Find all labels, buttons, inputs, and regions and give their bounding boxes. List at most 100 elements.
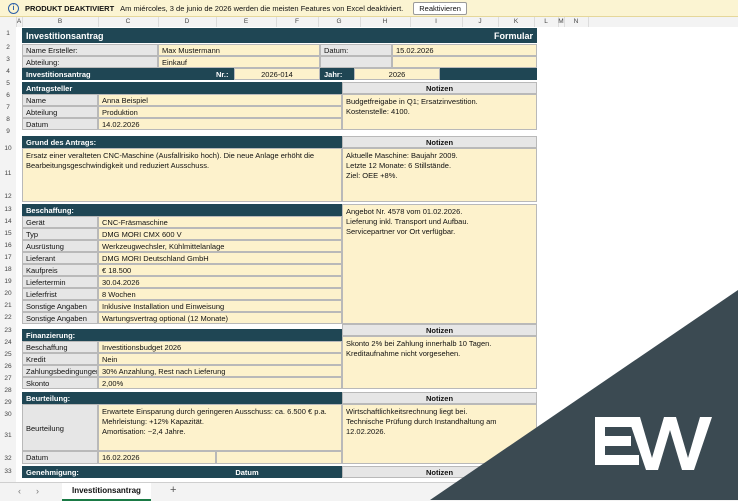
department-value[interactable]: Einkauf [158, 56, 320, 68]
notes-header[interactable]: Notizen [342, 136, 537, 148]
financing-header[interactable]: Finanzierung: [22, 329, 342, 341]
row-header[interactable]: 16 [0, 242, 16, 249]
department-label[interactable]: Abteilung: [22, 56, 158, 68]
column-header[interactable]: L [534, 17, 559, 27]
column-header[interactable]: E [216, 17, 277, 27]
date-value[interactable]: 15.02.2026 [392, 44, 537, 56]
row-header[interactable]: 23 [0, 327, 16, 334]
applicant-notes[interactable]: Budgetfreigabe in Q1; Ersatzinvestition.… [342, 94, 537, 130]
approval-date-header[interactable]: Datum [152, 466, 342, 478]
reason-header[interactable]: Grund des Antrags: [22, 136, 342, 148]
financing-value[interactable]: Nein [98, 353, 342, 365]
financing-value[interactable]: Investitionsbudget 2026 [98, 341, 342, 353]
date-label[interactable]: Datum: [320, 44, 392, 56]
add-sheet-icon[interactable]: + [170, 484, 176, 496]
reason-notes[interactable]: Aktuelle Maschine: Baujahr 2009. Letzte … [342, 148, 537, 202]
assessment-date-label[interactable]: Datum [22, 451, 98, 464]
procurement-label[interactable]: Typ [22, 228, 98, 240]
procurement-label[interactable]: Lieferfrist [22, 288, 98, 300]
worksheet-grid[interactable]: Investitionsantrag Formular Name Erstelle… [16, 27, 738, 482]
procurement-notes[interactable]: Angebot Nr. 4578 vom 01.02.2026. Lieferu… [342, 204, 537, 324]
procurement-value[interactable]: 30.04.2026 [98, 276, 342, 288]
assessment-label[interactable]: Beurteilung [22, 404, 98, 451]
procurement-value[interactable]: Werkzeugwechsler, Kühlmittelanlage [98, 240, 342, 252]
row-header[interactable]: 5 [0, 80, 16, 87]
applicant-date-label[interactable]: Datum [22, 118, 98, 130]
procurement-value[interactable]: DMG MORI CMX 600 V [98, 228, 342, 240]
notes-header[interactable]: Notizen [342, 324, 537, 336]
procurement-header[interactable]: Beschaffung: [22, 204, 342, 216]
number-label[interactable]: Nr.: [212, 68, 234, 80]
financing-label[interactable]: Zahlungsbedingungen [22, 365, 98, 377]
assessment-text[interactable]: Erwartete Einsparung durch geringeren Au… [98, 404, 342, 451]
row-header[interactable]: 17 [0, 254, 16, 261]
applicant-name-label[interactable]: Name [22, 94, 98, 106]
procurement-value[interactable]: Wartungsvertrag optional (12 Monate) [98, 312, 342, 324]
procurement-value[interactable]: € 18.500 [98, 264, 342, 276]
row-header[interactable]: 6 [0, 92, 16, 99]
row-header[interactable]: 28 [0, 387, 16, 394]
procurement-label[interactable]: Ausrüstung [22, 240, 98, 252]
select-all-corner[interactable] [0, 17, 17, 27]
column-header[interactable]: B [22, 17, 99, 27]
row-header[interactable]: 15 [0, 230, 16, 237]
procurement-value[interactable]: Inklusive Installation und Einweisung [98, 300, 342, 312]
column-header[interactable]: J [462, 17, 499, 27]
notes-header[interactable]: Notizen [342, 466, 537, 478]
assessment-date-value[interactable]: 16.02.2026 [98, 451, 216, 464]
empty-cell[interactable] [392, 56, 537, 68]
empty-cell[interactable] [440, 68, 537, 80]
row-header[interactable]: 26 [0, 363, 16, 370]
chevron-right-icon[interactable]: › [36, 486, 39, 496]
row-header[interactable]: 4 [0, 68, 16, 75]
applicant-header[interactable]: Antragsteller [22, 82, 342, 94]
procurement-value[interactable]: 8 Wochen [98, 288, 342, 300]
reactivate-button[interactable]: Reaktivieren [413, 1, 467, 15]
column-header[interactable]: C [98, 17, 159, 27]
row-header[interactable]: 14 [0, 218, 16, 225]
row-header[interactable]: 11 [0, 170, 16, 177]
chevron-left-icon[interactable]: ‹ [18, 486, 21, 496]
procurement-label[interactable]: Lieferant [22, 252, 98, 264]
row-header[interactable]: 8 [0, 116, 16, 123]
applicant-name-value[interactable]: Anna Beispiel [98, 94, 342, 106]
column-header[interactable]: N [564, 17, 589, 27]
row-header[interactable]: 12 [0, 193, 16, 200]
row-header[interactable]: 22 [0, 314, 16, 321]
applicant-dept-label[interactable]: Abteilung [22, 106, 98, 118]
form-title[interactable]: Investitionsantrag Formular [22, 28, 537, 43]
procurement-label[interactable]: Liefertermin [22, 276, 98, 288]
assessment-header[interactable]: Beurteilung: [22, 392, 342, 404]
procurement-label[interactable]: Gerät [22, 216, 98, 228]
row-header[interactable]: 13 [0, 206, 16, 213]
row-header[interactable]: 18 [0, 266, 16, 273]
procurement-value[interactable]: DMG MORI Deutschland GmbH [98, 252, 342, 264]
column-header[interactable]: H [360, 17, 411, 27]
number-value[interactable]: 2026-014 [234, 68, 320, 80]
financing-label[interactable]: Beschaffung [22, 341, 98, 353]
row-header[interactable]: 9 [0, 128, 16, 135]
procurement-label[interactable]: Sonstige Angaben [22, 300, 98, 312]
year-label[interactable]: Jahr: [320, 68, 354, 80]
row-header[interactable]: 21 [0, 302, 16, 309]
row-header[interactable]: 24 [0, 339, 16, 346]
row-header[interactable]: 19 [0, 278, 16, 285]
row-header[interactable]: 1 [0, 30, 16, 37]
column-header[interactable]: K [498, 17, 535, 27]
assessment-notes[interactable]: Wirtschaftlichkeitsrechnung liegt bei. T… [342, 404, 537, 464]
procurement-label[interactable]: Kaufpreis [22, 264, 98, 276]
request-label[interactable]: Investitionsantrag [22, 68, 212, 80]
row-header[interactable]: 30 [0, 411, 16, 418]
financing-notes[interactable]: Skonto 2% bei Zahlung innerhalb 10 Tagen… [342, 336, 537, 389]
row-header[interactable]: 27 [0, 375, 16, 382]
applicant-date-value[interactable]: 14.02.2026 [98, 118, 342, 130]
row-header[interactable]: 33 [0, 468, 16, 475]
notes-header[interactable]: Notizen [342, 392, 537, 404]
applicant-dept-value[interactable]: Produktion [98, 106, 342, 118]
column-header[interactable]: D [158, 17, 217, 27]
column-header[interactable]: G [318, 17, 361, 27]
row-header[interactable]: 29 [0, 399, 16, 406]
empty-cell[interactable] [216, 451, 342, 464]
row-header[interactable]: 20 [0, 290, 16, 297]
financing-label[interactable]: Kredit [22, 353, 98, 365]
